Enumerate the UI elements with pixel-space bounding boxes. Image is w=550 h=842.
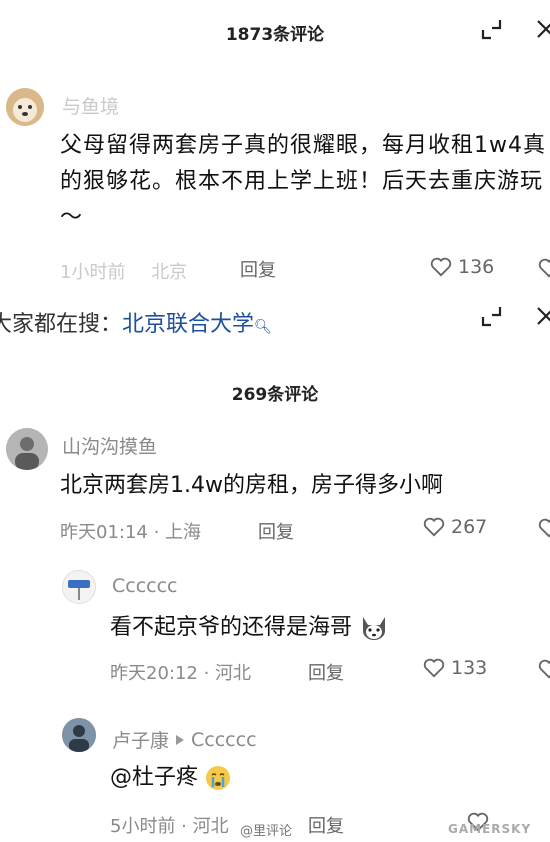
crying-emoji-icon [206,766,231,790]
comment-meta: 昨天01:14 · 上海 [60,522,202,543]
sign-avatar-icon [63,571,95,603]
search-icon: 🔍︎ [254,319,272,335]
user-avatar-icon [6,428,48,470]
avatar[interactable] [62,570,96,604]
search-suggestion[interactable]: 大家都在搜：北京联合大学🔍︎ [0,306,272,338]
reply-button[interactable]: 回复 [258,518,294,544]
reply-to-username[interactable]: Cccccc [191,729,257,751]
like-button[interactable]: 133 [423,657,487,679]
comment-meta: 昨天20:12 · 河北 [110,663,252,684]
comment-username[interactable]: Cccccc [112,575,178,597]
dog-avatar-icon [6,88,44,126]
comment-text: 看不起京爷的还得是海哥 [110,610,389,646]
heart-icon[interactable] [538,258,550,278]
comment-location: 北京 [151,262,188,283]
like-button[interactable]: 267 [423,516,487,538]
site-watermark: GAMERSKY [448,822,532,836]
minimize-icon[interactable] [480,305,502,327]
comment-text-content: @杜子疼 [110,765,199,790]
comment-text: @杜子疼 [110,760,231,796]
reply-button[interactable]: 回复 [308,659,344,685]
search-prefix: 大家都在搜： [0,312,123,337]
reply-header: 卢子康 Cccccc [112,726,257,753]
minimize-icon[interactable] [480,18,502,40]
heart-icon [430,257,452,277]
close-icon[interactable] [535,305,550,327]
heart-icon [423,658,445,678]
avatar[interactable] [6,428,48,470]
comment-username[interactable]: 卢子康 [112,726,169,753]
reply-arrow-icon [176,734,185,745]
user-avatar-icon [62,718,96,752]
comment-count-header: 1873条评论 [225,25,325,45]
comment-username[interactable]: 与鱼境 [62,92,119,119]
comment-text: 父母留得两套房子真的很耀眼，每月收租1w4真的狠够花。根本不用上学上班！后天去重… [60,133,546,230]
weibo-watermark: @里评论 [240,824,293,839]
heart-icon [423,517,445,537]
comment-meta: 5小时前 · 河北 [110,816,229,837]
like-count: 133 [451,657,488,679]
like-count: 267 [451,516,488,538]
comment-time: 1小时前 [60,262,126,283]
avatar[interactable] [62,718,96,752]
heart-icon[interactable] [538,659,550,679]
search-query[interactable]: 北京联合大学 [122,312,254,337]
close-icon[interactable] [535,18,550,40]
reply-button[interactable]: 回复 [240,256,276,282]
avatar[interactable] [6,88,44,126]
comment-text-content: 看不起京爷的还得是海哥 [110,615,353,640]
comment-count-header: 269条评论 [231,385,319,405]
heart-icon[interactable] [538,518,550,538]
like-button[interactable]: 136 [430,256,494,278]
comment-username[interactable]: 山沟沟摸鱼 [62,432,157,459]
comment-meta: 1小时前 北京 [60,258,207,284]
husky-emoji-icon [363,617,386,640]
reply-button[interactable]: 回复 [308,812,344,838]
comment-text: 北京两套房1.4w的房租，房子得多小啊 [60,473,443,498]
like-count: 136 [458,256,495,278]
